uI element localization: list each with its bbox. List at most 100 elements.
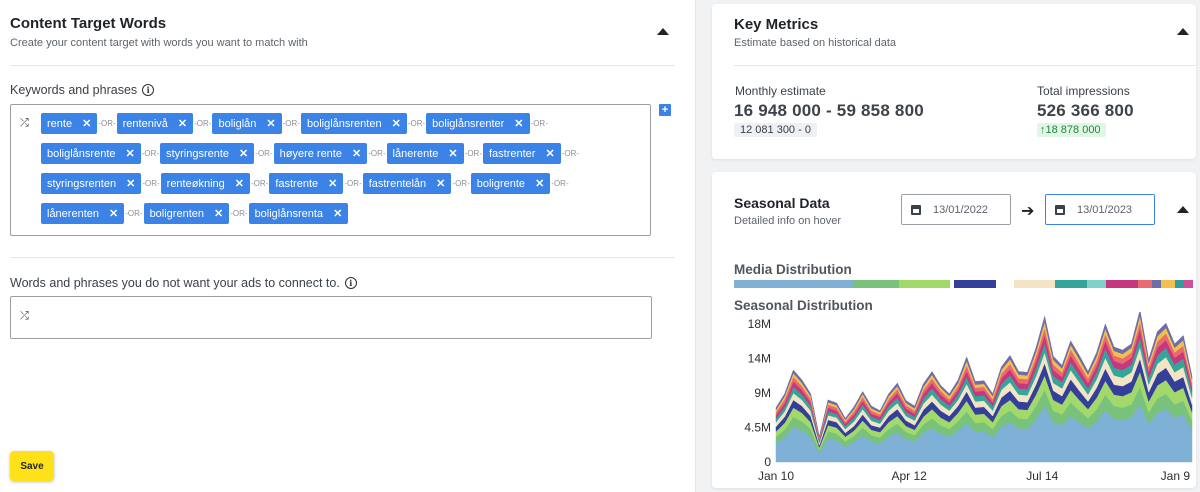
calendar-icon xyxy=(1055,204,1065,215)
keywords-input-box[interactable]: ⤮ rente✕ORrentenivå✕ORboliglån✕ORboliglå… xyxy=(10,104,651,236)
monthly-estimate-value: 16 948 000 - 59 858 800 xyxy=(734,101,924,120)
total-impressions-change: ↑18 878 000 xyxy=(1037,123,1106,137)
x-tick-label: Jan 10 xyxy=(758,469,794,483)
remove-keyword-icon[interactable]: ✕ xyxy=(392,117,401,130)
media-segment[interactable] xyxy=(1055,280,1088,288)
shuffle-icon[interactable]: ⤮ xyxy=(20,310,29,323)
seasonal-distribution-heading: Seasonal Distribution xyxy=(734,298,873,313)
remove-keyword-icon[interactable]: ✕ xyxy=(109,207,118,220)
keyword-chip[interactable]: boliglånsrente ✕ xyxy=(41,143,141,164)
keyword-chip[interactable]: boligrenten ✕ xyxy=(143,203,230,224)
remove-keyword-icon[interactable]: ✕ xyxy=(436,177,445,190)
media-segment[interactable] xyxy=(1183,280,1193,288)
keyword-chip[interactable]: renteøkning ✕ xyxy=(160,173,250,194)
y-tick-label: 9M xyxy=(754,386,771,400)
keyword-chip[interactable]: boliglån ✕ xyxy=(212,113,282,134)
or-separator: OR xyxy=(562,149,579,158)
remove-keyword-icon[interactable]: ✕ xyxy=(333,207,342,220)
remove-keyword-icon[interactable]: ✕ xyxy=(545,147,554,160)
change-value: 18 878 000 xyxy=(1045,124,1101,136)
keyword-chip[interactable]: boligrente ✕ xyxy=(470,173,551,194)
negative-keywords-input-box[interactable]: ⤮ xyxy=(10,296,652,339)
keyword-chip[interactable]: fastrenter ✕ xyxy=(482,143,561,164)
total-impressions-value: 526 366 800 xyxy=(1037,101,1134,120)
keyword-chip-label: boliglånsrente xyxy=(47,147,116,160)
or-separator: OR xyxy=(142,179,159,188)
media-segment[interactable] xyxy=(1105,280,1138,288)
keyword-chip[interactable]: boliglånsrenten ✕ xyxy=(300,113,407,134)
remove-keyword-icon[interactable]: ✕ xyxy=(126,177,135,190)
keyword-chip[interactable]: boliglånsrenta ✕ xyxy=(248,203,349,224)
remove-keyword-icon[interactable]: ✕ xyxy=(328,177,337,190)
key-metrics-title: Key Metrics xyxy=(734,16,819,33)
divider xyxy=(10,257,675,258)
or-separator: OR xyxy=(283,119,300,128)
or-separator: OR xyxy=(344,179,361,188)
media-distribution-bar[interactable] xyxy=(734,280,1193,288)
seasonal-subtitle: Detailed info on hover xyxy=(734,215,842,227)
monthly-estimate-label: Monthly estimate xyxy=(735,84,826,98)
or-separator: OR xyxy=(452,179,469,188)
media-segment[interactable] xyxy=(995,280,1014,288)
keyword-chip[interactable]: høyere rente ✕ xyxy=(273,143,368,164)
shuffle-icon[interactable]: ⤮ xyxy=(20,117,29,130)
keyword-chip[interactable]: lånerenten ✕ xyxy=(41,203,125,224)
date-to-picker[interactable]: 13/01/2023 xyxy=(1045,194,1155,225)
remove-keyword-icon[interactable]: ✕ xyxy=(235,177,244,190)
seasonal-area-chart[interactable]: 18M 14M 9M 4.5M 0Jan 10 Apr 12 Jul 14 Jan 9 xyxy=(728,312,1196,488)
keyword-chip[interactable]: lånerente ✕ xyxy=(386,143,464,164)
y-tick-label: 18M xyxy=(748,317,771,331)
media-segment[interactable] xyxy=(899,280,950,288)
or-separator: OR xyxy=(98,119,115,128)
keyword-chip[interactable]: styringsrente ✕ xyxy=(160,143,255,164)
keyword-chip-label: boliglånsrenta xyxy=(254,207,324,220)
remove-keyword-icon[interactable]: ✕ xyxy=(266,117,275,130)
media-segment[interactable] xyxy=(1151,280,1161,288)
remove-keyword-icon[interactable]: ✕ xyxy=(178,117,187,130)
keywords-label: Keywords and phrases i xyxy=(10,83,155,97)
date-from-value: 13/01/2022 xyxy=(933,203,989,216)
keyword-chip-label: fastrente xyxy=(275,177,319,190)
keyword-row: rente✕ORrentenivå✕ORboliglån✕ORboliglåns… xyxy=(41,113,549,134)
remove-keyword-icon[interactable]: ✕ xyxy=(448,147,457,160)
collapse-icon[interactable] xyxy=(1177,206,1189,213)
x-tick-label: Jan 9 xyxy=(1161,469,1191,483)
or-separator: OR xyxy=(125,209,142,218)
keyword-chip[interactable]: fastrentelån ✕ xyxy=(362,173,452,194)
y-tick-label: 4.5M xyxy=(744,421,771,435)
add-keyword-button[interactable]: + xyxy=(659,104,671,116)
save-button[interactable]: Save xyxy=(10,451,54,481)
arrow-right-icon: ➔ xyxy=(1021,203,1035,220)
keyword-chip[interactable]: rentenivå ✕ xyxy=(116,113,194,134)
media-segment[interactable] xyxy=(1013,280,1056,288)
media-segment[interactable] xyxy=(1160,280,1175,288)
media-segment[interactable] xyxy=(1137,280,1152,288)
info-icon[interactable]: i xyxy=(142,84,155,96)
keyword-chip[interactable]: fastrente ✕ xyxy=(269,173,344,194)
remove-keyword-icon[interactable]: ✕ xyxy=(214,207,223,220)
keyword-chip[interactable]: styringsrenten ✕ xyxy=(41,173,142,194)
keyword-row: boliglånsrente ✕ OR styringsrente ✕ OR høyere … xyxy=(41,143,580,164)
keyword-chip-label: styringsrente xyxy=(166,147,230,160)
remove-keyword-icon[interactable]: ✕ xyxy=(535,177,544,190)
remove-keyword-icon[interactable]: ✕ xyxy=(82,117,91,130)
remove-keyword-icon[interactable]: ✕ xyxy=(239,147,248,160)
panel-subtitle: Create your content target with words yo… xyxy=(10,37,308,49)
keyword-chip[interactable]: rente ✕ xyxy=(41,113,98,134)
info-icon[interactable]: i xyxy=(344,277,357,289)
media-segment[interactable] xyxy=(1087,280,1106,288)
media-segment[interactable] xyxy=(1174,280,1184,288)
collapse-icon[interactable] xyxy=(1177,28,1189,35)
remove-keyword-icon[interactable]: ✕ xyxy=(514,117,523,130)
content-target-panel: Content Target Words Create your content… xyxy=(0,0,696,492)
collapse-icon[interactable] xyxy=(657,28,669,35)
keyword-chip[interactable]: boliglånsrenter ✕ xyxy=(426,113,530,134)
remove-keyword-icon[interactable]: ✕ xyxy=(126,147,135,160)
or-separator: OR xyxy=(465,149,482,158)
remove-keyword-icon[interactable]: ✕ xyxy=(352,147,361,160)
media-segment[interactable] xyxy=(853,280,900,288)
media-segment[interactable] xyxy=(954,280,996,288)
media-segment[interactable] xyxy=(734,280,854,288)
date-from-picker[interactable]: 13/01/2022 xyxy=(901,194,1011,225)
keyword-chip-label: fastrenter xyxy=(488,147,536,160)
